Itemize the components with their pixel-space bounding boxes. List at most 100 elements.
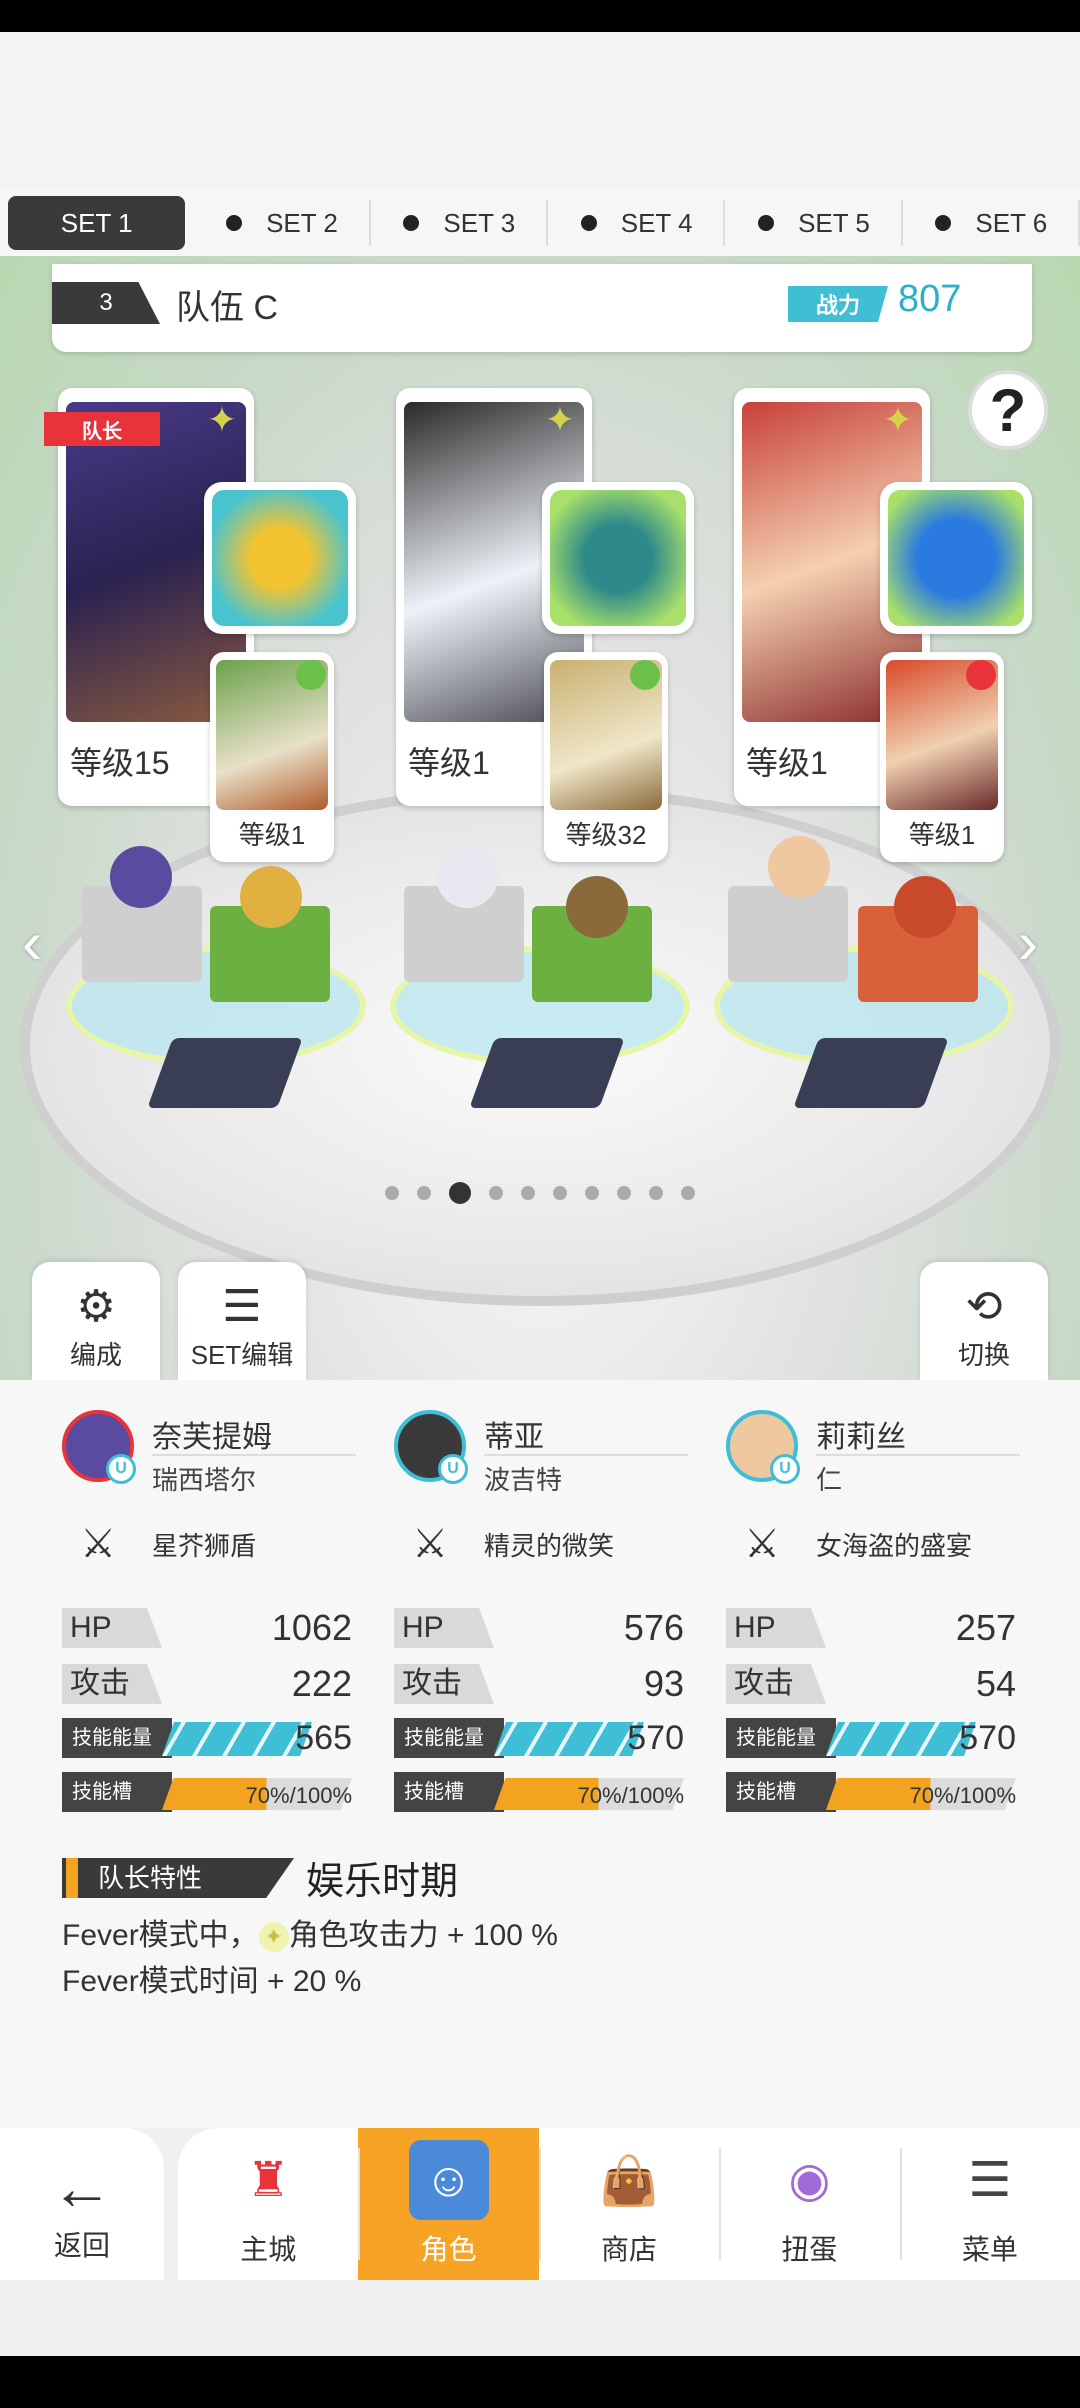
tab-label: SET 1 — [60, 207, 133, 238]
page-dot-active[interactable] — [449, 1182, 471, 1204]
diamond-icon — [966, 660, 996, 690]
power-value: 807 — [898, 278, 962, 320]
tab-label: SET 6 — [975, 207, 1048, 238]
hp-label: HP — [62, 1608, 162, 1648]
team-name[interactable]: 队伍 C — [176, 280, 278, 329]
skill-energy-value: 570 — [627, 1719, 684, 1757]
equipment-slot-1[interactable] — [204, 482, 356, 634]
pet-card-2[interactable]: 等级32 — [544, 652, 668, 862]
set-edit-label: SET编辑 — [190, 1340, 294, 1370]
rune-tile — [469, 1038, 625, 1108]
chibi-sprite[interactable] — [110, 846, 172, 908]
switch-label: 切换 — [957, 1340, 1010, 1370]
dot-icon — [226, 215, 243, 231]
page-dot[interactable] — [417, 1186, 431, 1200]
formation-button[interactable]: ⚙ 编成 — [32, 1262, 160, 1380]
chevron-left-icon[interactable]: ‹ — [22, 908, 42, 977]
nav-item-main-city[interactable]: ♜ 主城 — [178, 2128, 358, 2280]
character-level: 等级15 — [70, 745, 170, 781]
member-sub-name: 波吉特 — [484, 1465, 563, 1495]
bag-icon: 👜 — [599, 2154, 659, 2208]
skill-slot-row: 技能槽 70%/100% — [394, 1772, 684, 1812]
skill-slot-value: 70%/100% — [577, 1783, 684, 1808]
sparkle-icon: ✦ — [544, 399, 576, 440]
skill-energy-bar — [494, 1722, 644, 1756]
page-dot[interactable] — [521, 1186, 535, 1200]
switch-button[interactable]: ⟲ 切换 — [920, 1262, 1048, 1380]
nav-item-shop[interactable]: 👜 商店 — [538, 2128, 719, 2280]
member-sub-name: 瑞西塔尔 — [152, 1465, 257, 1495]
pet-card-1[interactable]: 等级1 — [210, 652, 334, 862]
divider — [484, 1454, 688, 1456]
divider — [152, 1454, 356, 1456]
skill-slot-label: 技能槽 — [394, 1772, 504, 1812]
page-dot[interactable] — [649, 1186, 663, 1200]
hp-row: HP 257 — [726, 1608, 1016, 1648]
tab-set-3[interactable]: SET 3 — [371, 190, 549, 256]
rune-tile — [147, 1038, 303, 1108]
page-dot[interactable] — [585, 1186, 599, 1200]
chibi-sprite[interactable] — [436, 846, 498, 908]
dot-icon — [403, 215, 420, 231]
dot-icon — [758, 215, 775, 231]
nav-item-character[interactable]: ☺ 角色 — [358, 2128, 539, 2280]
chevron-right-icon[interactable]: › — [1018, 908, 1038, 977]
chibi-sprite[interactable] — [240, 866, 302, 928]
tab-set-1[interactable]: SET 1 — [8, 196, 186, 250]
hp-row: HP 1062 — [62, 1608, 352, 1648]
team-header: 3 队伍 C 战力 807 — [52, 264, 1032, 352]
pet-card-3[interactable]: 等级1 — [880, 652, 1004, 862]
leader-trait-name: 娱乐时期 — [306, 1861, 459, 1903]
shield-icon — [212, 490, 348, 626]
chibi-sprite[interactable] — [566, 876, 628, 938]
tab-set-4[interactable]: SET 4 — [548, 190, 726, 256]
person-gear-icon: ⚙ — [76, 1282, 116, 1331]
tab-label: SET 5 — [798, 207, 870, 238]
hp-value: 257 — [955, 1607, 1016, 1648]
page-dot[interactable] — [489, 1186, 503, 1200]
help-button[interactable]: ? — [968, 370, 1048, 450]
character-level: 等级1 — [746, 745, 828, 781]
shield-sword-icon: ⚔ — [744, 1522, 780, 1566]
skill-slot-label: 技能槽 — [62, 1772, 172, 1812]
tab-label: SET 2 — [266, 207, 338, 238]
hp-label: HP — [726, 1608, 826, 1648]
bottom-strip — [0, 2280, 1080, 2356]
tab-set-5[interactable]: SET 5 — [725, 190, 903, 256]
attack-value: 93 — [643, 1663, 684, 1704]
dot-icon — [935, 215, 952, 231]
pet-level: 等级1 — [238, 820, 306, 850]
avatar[interactable]: U — [726, 1410, 800, 1484]
avatar[interactable]: U — [62, 1410, 136, 1484]
skill-energy-row: 技能能量 570 — [394, 1718, 684, 1758]
attack-row: 攻击 93 — [394, 1664, 684, 1704]
page-dot[interactable] — [617, 1186, 631, 1200]
leader-trait-line-2: Fever模式时间 + 20 % — [62, 1965, 362, 1998]
chibi-sprite[interactable] — [894, 876, 956, 938]
set-edit-button[interactable]: ☰ SET编辑 — [178, 1262, 306, 1380]
tab-set-2[interactable]: SET 2 — [193, 190, 371, 256]
nav-item-gacha[interactable]: ◉ 扭蛋 — [719, 2128, 899, 2280]
dot-icon — [580, 215, 597, 231]
page-dot[interactable] — [681, 1186, 695, 1200]
character-icon: ☺ — [408, 2140, 489, 2220]
swap-icon: ⟲ — [965, 1282, 1003, 1331]
tab-set-6[interactable]: SET 6 — [903, 190, 1080, 256]
nav-item-menu[interactable]: ☰ 菜单 — [899, 2128, 1080, 2280]
equipment-slot-3[interactable] — [880, 482, 1032, 634]
bottom-nav: ← 返回 ♜ 主城 ☺ 角色 👜 商店 ◉ 扭蛋 ☰ 菜单 — [0, 2128, 1080, 2280]
castle-icon: ♜ — [246, 2154, 290, 2207]
weapon-name: 女海盗的盛宴 — [816, 1531, 973, 1561]
chibi-sprite[interactable] — [768, 836, 830, 898]
nav-label: 主城 — [240, 2234, 297, 2265]
avatar[interactable]: U — [394, 1410, 468, 1484]
attack-label: 攻击 — [726, 1664, 826, 1704]
back-button[interactable]: ← 返回 — [0, 2128, 164, 2280]
equipment-slot-2[interactable] — [542, 482, 694, 634]
page-dot[interactable] — [553, 1186, 567, 1200]
page-dot[interactable] — [385, 1186, 399, 1200]
u-badge-icon: U — [106, 1454, 136, 1484]
attack-row: 攻击 222 — [62, 1664, 352, 1704]
hp-label: HP — [394, 1608, 494, 1648]
skill-energy-bar — [826, 1722, 976, 1756]
